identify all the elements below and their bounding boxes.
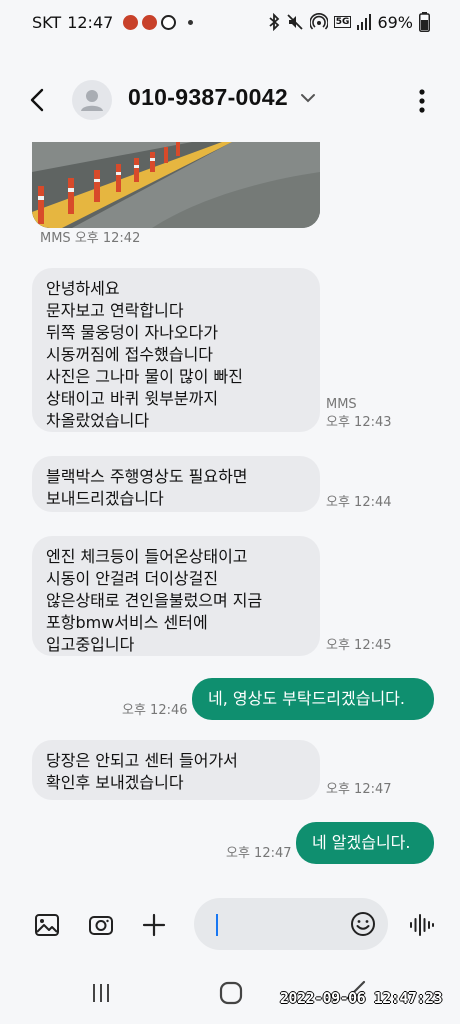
outgoing-message-bubble[interactable]: 네 알겠습니다. [296, 822, 434, 864]
network-badge: 5G [333, 16, 352, 28]
outgoing-message-bubble[interactable]: 네, 영상도 부탁드리겠습니다. [192, 678, 434, 720]
message-time: 오후 12:47 [226, 846, 292, 861]
hotspot-icon [309, 13, 328, 30]
person-avatar-icon[interactable] [72, 80, 112, 120]
notification-app-icon-2 [142, 15, 158, 30]
mute-icon [287, 14, 303, 30]
emoji-icon[interactable] [350, 911, 376, 937]
message-time: 오후 12:43 [326, 415, 392, 430]
capture-timestamp-overlay: 2022-09-06 12:47:23 [279, 989, 443, 1007]
message-time: 오후 12:42 [74, 231, 141, 246]
plus-icon[interactable] [141, 912, 167, 938]
text-caret [216, 914, 218, 936]
incoming-message-bubble[interactable]: 블랙박스 주행영상도 필요하면 보내드리겠습니다 [32, 456, 320, 512]
message-meta: MMS 오후 12:43 [326, 396, 392, 432]
carrier-label: SKT [32, 13, 62, 32]
message-time: 오후 12:44 [326, 495, 392, 510]
more-vert-icon[interactable] [418, 88, 426, 114]
home-icon[interactable] [219, 981, 243, 1005]
voice-icon[interactable] [408, 912, 434, 938]
battery-percent: 69% [377, 12, 413, 32]
incoming-message-bubble[interactable]: 당장은 안되고 센터 들어가서 확인후 보내겠습니다 [32, 740, 320, 800]
gallery-icon[interactable] [34, 912, 60, 938]
battery-icon [419, 12, 430, 32]
notification-b-icon [161, 15, 177, 30]
mms-image-bubble[interactable] [32, 142, 320, 228]
message-time: 오후 12:45 [326, 638, 392, 653]
more-notifications-dot [188, 20, 194, 25]
notification-app-icon [123, 15, 139, 30]
message-time: 오후 12:47 [326, 782, 392, 797]
bluetooth-icon [269, 13, 280, 31]
status-bar: SKT 12:47 5G 69% [0, 0, 460, 46]
message-time: 오후 12:46 [122, 703, 188, 718]
contact-phone-number[interactable]: 010-9387-0042 [128, 84, 288, 111]
signal-icon [357, 14, 372, 30]
clock: 12:47 [67, 13, 114, 32]
incoming-message-bubble[interactable]: 안녕하세요 문자보고 연락합니다 뒤쪽 물웅덩이 자나오다가 시동꺼짐에 접수했… [32, 268, 320, 432]
camera-icon[interactable] [88, 912, 114, 938]
incoming-message-bubble[interactable]: 엔진 체크등이 들어온상태이고 시동이 안걸려 더이상걸진 않은상태로 견인을불… [32, 536, 320, 656]
message-type-label: MMS [326, 397, 357, 412]
chevron-down-icon[interactable] [300, 93, 316, 103]
message-meta: MMS 오후 12:42 [40, 230, 140, 248]
mms-image-photo [32, 142, 320, 228]
recent-apps-icon[interactable] [91, 982, 111, 1004]
back-arrow-icon[interactable] [24, 84, 54, 116]
conversation-header: 010-9387-0042 [0, 72, 460, 128]
compose-bar [0, 898, 460, 954]
message-type-label: MMS [40, 231, 71, 246]
message-input[interactable] [194, 898, 388, 950]
